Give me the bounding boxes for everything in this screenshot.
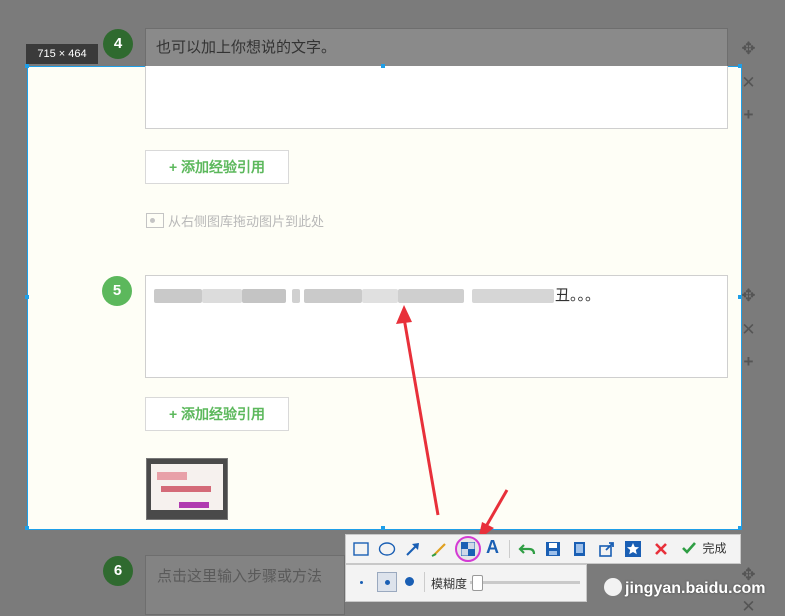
add-reference-button[interactable]: + 添加经验引用: [145, 150, 289, 184]
done-label: 完成: [702, 541, 727, 556]
step-5-text-end: 丑。。。: [555, 287, 601, 304]
close-icon[interactable]: ✕: [740, 321, 757, 338]
image-icon: [146, 213, 164, 228]
toolbar-divider: [424, 572, 425, 592]
toolbar-divider: [509, 540, 510, 558]
move-icon[interactable]: ✥: [740, 40, 757, 57]
favorite-icon[interactable]: [624, 540, 642, 558]
blur-options-bar: 模糊度: [345, 564, 587, 602]
blur-slider[interactable]: [470, 575, 580, 591]
save-icon[interactable]: [544, 540, 562, 558]
step-number-4: 4: [103, 29, 133, 59]
mosaic-tool-button[interactable]: [455, 536, 481, 562]
share-icon[interactable]: [598, 540, 616, 558]
add-icon[interactable]: +: [740, 353, 757, 370]
move-icon[interactable]: ✥: [740, 287, 757, 304]
text-icon[interactable]: A: [486, 537, 499, 558]
add-icon[interactable]: +: [740, 106, 757, 123]
cancel-icon[interactable]: [652, 540, 670, 558]
capture-size-label: 715 × 464: [26, 44, 98, 64]
add-reference-button[interactable]: + 添加经验引用: [145, 397, 289, 431]
mosaic-icon: [461, 542, 475, 556]
size-small-option[interactable]: [360, 581, 363, 584]
blur-label: 模糊度: [431, 577, 468, 591]
close-icon[interactable]: ✕: [740, 74, 757, 91]
step-image-thumbnail[interactable]: [146, 458, 228, 520]
brush-icon[interactable]: [430, 540, 448, 558]
drag-image-hint: 从右侧图库拖动图片到此处: [146, 211, 324, 230]
rectangle-icon[interactable]: [352, 540, 370, 558]
step-4-text: 也可以加上你想说的文字。: [156, 39, 337, 56]
undo-icon[interactable]: [518, 540, 536, 558]
ellipse-icon[interactable]: [378, 540, 396, 558]
step-number-6: 6: [103, 556, 133, 586]
blur-slider-handle[interactable]: [472, 575, 483, 591]
size-large-option[interactable]: [405, 577, 414, 586]
watermark: jingyan.baidu.com: [604, 578, 765, 598]
paw-icon: [604, 578, 622, 596]
check-icon: [682, 542, 696, 554]
close-icon[interactable]: ✕: [740, 598, 757, 615]
step-6-textbox[interactable]: 点击这里输入步骤或方法: [145, 555, 345, 615]
size-medium-option[interactable]: [377, 572, 397, 592]
done-button[interactable]: 完成: [680, 539, 726, 559]
step-4-textbox[interactable]: [145, 66, 728, 129]
step-number-5: 5: [102, 276, 132, 306]
copy-icon[interactable]: [570, 540, 588, 558]
arrow-icon[interactable]: [404, 540, 422, 558]
screenshot-toolbar: A 完成: [345, 534, 741, 564]
